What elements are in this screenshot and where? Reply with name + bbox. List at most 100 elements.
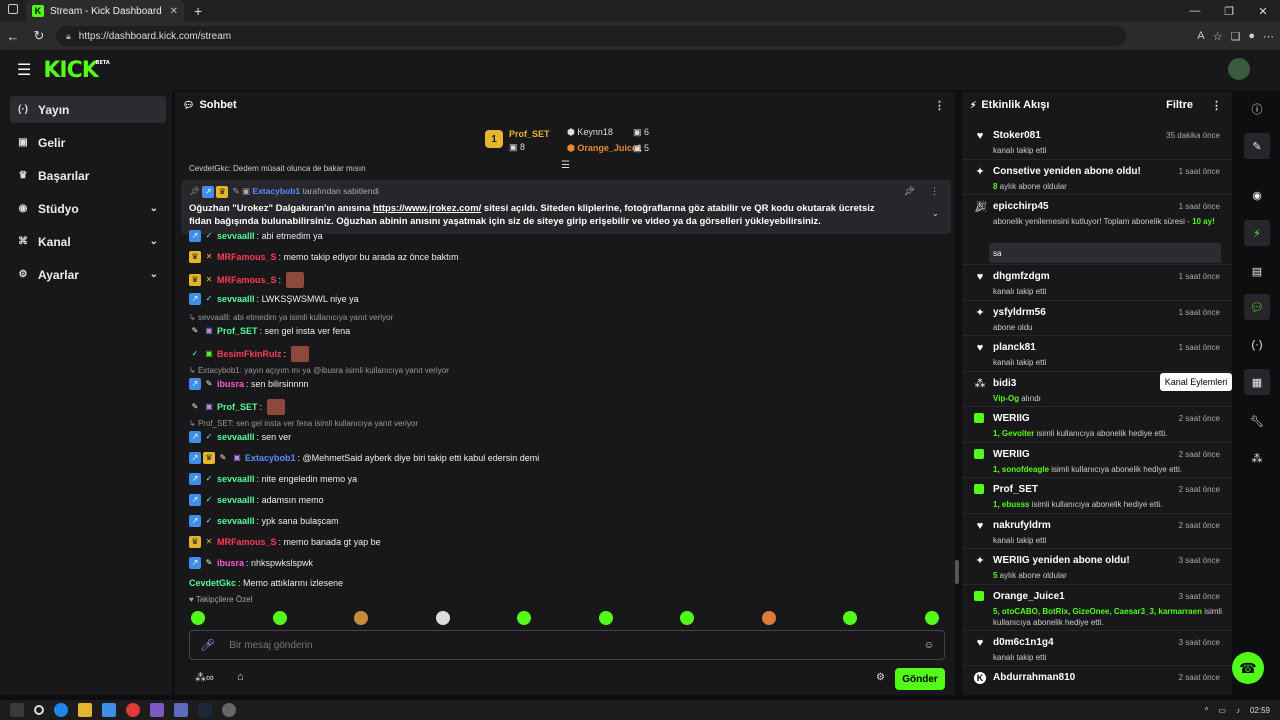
emote-icon[interactable] xyxy=(272,611,287,625)
broadcast-icon[interactable]: (·) xyxy=(1244,332,1270,358)
info-icon[interactable]: ⓘ xyxy=(1244,96,1270,122)
chat-username[interactable]: sevvaalll xyxy=(217,294,255,304)
chat-message[interactable]: ♛ ✕ MRFamous_S: memo takip ediyor bu arada… xyxy=(189,251,459,263)
event-user[interactable]: Orange_Juice1 xyxy=(993,591,1065,602)
pen-icon[interactable]: ✎ xyxy=(1244,133,1270,159)
chat-message[interactable]: ✓ ▣ BesimFkinRulz: xyxy=(189,346,309,362)
event-user[interactable]: Abdurrahman810 xyxy=(993,672,1075,683)
chat-username[interactable]: Extacybob1 xyxy=(245,453,296,463)
chat-message[interactable]: ↗ ✎ ibusra: nhkspwkslspwk xyxy=(189,557,313,569)
back-icon[interactable]: ← xyxy=(0,29,26,44)
chat-icon[interactable]: 💬︎ xyxy=(1244,294,1270,320)
chat-username[interactable]: MRFamous_S xyxy=(217,537,277,547)
emote-icon[interactable] xyxy=(598,611,613,625)
reply-context[interactable]: ↳ Prof_SET: sen gel insta ver fena isiml… xyxy=(189,419,418,428)
emote-icon[interactable] xyxy=(680,611,694,625)
reply-context[interactable]: ↳ sevvaalll: abi etmedim ya isimli kulla… xyxy=(189,313,393,322)
bolt-icon[interactable]: ⚡︎ xyxy=(1244,220,1270,246)
chat-message[interactable]: ↗ ✓ sevvaalll: abi etmedim ya xyxy=(189,230,323,242)
leader-1-name[interactable]: Prof_SET xyxy=(509,129,550,139)
send-button[interactable]: Gönder xyxy=(895,668,945,690)
profile-icon[interactable]: ● xyxy=(1248,30,1255,43)
chat-message[interactable]: ↗ ✓ sevvaalll: sen ver xyxy=(189,431,291,443)
chat-menu-icon[interactable]: ⋮ xyxy=(934,99,945,112)
event-user[interactable]: Stoker081 xyxy=(993,130,1041,141)
channel-points-icon[interactable]: ⁂∞ xyxy=(195,671,214,684)
search-icon[interactable] xyxy=(34,705,44,715)
event-user[interactable]: dhgmfzdgm xyxy=(993,271,1050,282)
event-user[interactable]: WERIIG xyxy=(993,449,1030,460)
chat-input[interactable] xyxy=(229,639,910,651)
chat-username[interactable]: Prof_SET xyxy=(217,326,258,336)
kick-logo[interactable]: KICK BETA xyxy=(43,58,109,83)
minimize-icon[interactable]: — xyxy=(1178,0,1212,22)
event-user[interactable]: WERIIG yeniden abone oldu! xyxy=(993,555,1130,566)
explorer-icon[interactable] xyxy=(78,703,92,717)
chat-message[interactable]: ♛ ✕ MRFamous_S: memo banada gt yap be xyxy=(189,536,381,548)
read-aloud-icon[interactable]: A xyxy=(1197,30,1204,43)
chat-username[interactable]: sevvaalll xyxy=(217,516,255,526)
refresh-icon[interactable]: ↻ xyxy=(26,28,52,44)
collections-icon[interactable]: ❏ xyxy=(1230,30,1240,43)
chevron-down-icon[interactable]: ⌄ xyxy=(150,269,158,280)
sidebar-item-4[interactable]: ⌘ Kanal ⌄ xyxy=(10,228,166,255)
more-icon[interactable]: ⋯ xyxy=(1263,30,1274,43)
chat-username[interactable]: CevdetGkc xyxy=(189,578,236,588)
url-field[interactable]: 🔒︎ https://dashboard.kick.com/stream xyxy=(56,26,1126,46)
event-user[interactable]: planck81 xyxy=(993,342,1036,353)
event-user[interactable]: WERIIG xyxy=(993,413,1030,424)
emote-icon[interactable] xyxy=(843,611,857,625)
steam-icon[interactable] xyxy=(198,703,212,717)
chat-message[interactable]: ↗ ✓ sevvaalll: ypk sana bulaşcam xyxy=(189,515,339,527)
app3-icon[interactable] xyxy=(174,703,188,717)
unpin-icon[interactable]: 📌︎ xyxy=(904,186,915,197)
app4-icon[interactable] xyxy=(222,703,236,717)
user-avatar[interactable] xyxy=(1228,58,1250,80)
new-tab-icon[interactable]: + xyxy=(194,3,202,19)
network-icon[interactable]: ▭ xyxy=(1218,706,1226,715)
leader-2-name[interactable]: ⬢ Keynn18 xyxy=(567,127,613,138)
sidebar-item-0[interactable]: (·) Yayın xyxy=(10,96,166,123)
maximize-icon[interactable]: ❐ xyxy=(1212,0,1246,22)
chat-username[interactable]: sevvaalll xyxy=(217,231,255,241)
chat-message[interactable]: ↗ ✓ sevvaalll: LWKSŞWSMWL niye ya xyxy=(189,293,359,305)
chat-message[interactable]: ↗ ✓ sevvaalll: nite engeledin memo ya xyxy=(189,473,357,485)
leader-3-name[interactable]: ⬢ Orange_Juice1 xyxy=(567,143,642,154)
chat-message[interactable]: ✎ ▣ Prof_SET: xyxy=(189,399,285,415)
help-button[interactable]: ☎︎ xyxy=(1232,652,1264,684)
tray-chevron-icon[interactable]: ^ xyxy=(1205,706,1209,715)
emote-icon[interactable] xyxy=(761,611,776,625)
clock[interactable]: 02:59 xyxy=(1250,706,1270,715)
favorite-icon[interactable]: ☆ xyxy=(1213,30,1223,43)
chat-message[interactable]: ↗ ✎ ibusra: sen bilirsinnnn xyxy=(189,378,309,390)
chat-username[interactable]: MRFamous_S xyxy=(217,275,277,285)
doc-icon[interactable]: ▤ xyxy=(1244,258,1270,284)
browser-menu-icon[interactable] xyxy=(8,4,18,14)
emote-icon[interactable] xyxy=(354,611,368,625)
activity-menu-icon[interactable]: ⋮ xyxy=(1211,99,1222,112)
close-tab-icon[interactable]: ✕ xyxy=(170,6,178,17)
pinned-link[interactable]: https://www.jrokez.com/ xyxy=(373,203,481,214)
emoji-icon[interactable]: ☺ xyxy=(924,640,934,651)
edge-icon[interactable] xyxy=(54,703,68,717)
chat-username[interactable]: sevvaalll xyxy=(217,495,255,505)
chat-message[interactable]: ↗ ♛ ✎ ▣ Extacybob1: @MehmetSaid ayberk diye … xyxy=(189,452,539,464)
event-user[interactable]: Prof_SET xyxy=(993,484,1038,495)
expand-pinned-icon[interactable]: ⌄ xyxy=(931,208,939,219)
chevron-down-icon[interactable]: ⌄ xyxy=(150,203,158,214)
wrench-icon[interactable]: 🔧︎ xyxy=(1244,408,1270,434)
reply-context[interactable]: ↳ Extacybob1: yayın açıyım mı ya @ibusra… xyxy=(189,366,449,375)
emote-icon[interactable] xyxy=(435,611,450,625)
sidebar-item-2[interactable]: ♛ Başarılar xyxy=(10,162,166,189)
opera-icon[interactable] xyxy=(126,703,140,717)
chat-username[interactable]: BesimFkinRulz xyxy=(217,349,282,359)
sidebar-item-3[interactable]: ◉ Stüdyo ⌄ xyxy=(10,195,166,222)
camera-icon[interactable]: ◉ xyxy=(1244,182,1270,208)
event-user[interactable]: d0m6c1n1g4 xyxy=(993,637,1054,648)
pinned-menu-icon[interactable]: ⋮ xyxy=(930,186,939,197)
chat-username[interactable]: ibusra xyxy=(217,558,244,568)
chat-message[interactable]: ✎ ▣ Prof_SET: sen gel insta ver fena xyxy=(189,325,350,337)
event-user[interactable]: nakrufyldrm xyxy=(993,520,1051,531)
channel-actions-icon[interactable]: ▦ xyxy=(1244,369,1270,395)
sidebar-item-1[interactable]: ▣ Gelir xyxy=(10,129,166,156)
